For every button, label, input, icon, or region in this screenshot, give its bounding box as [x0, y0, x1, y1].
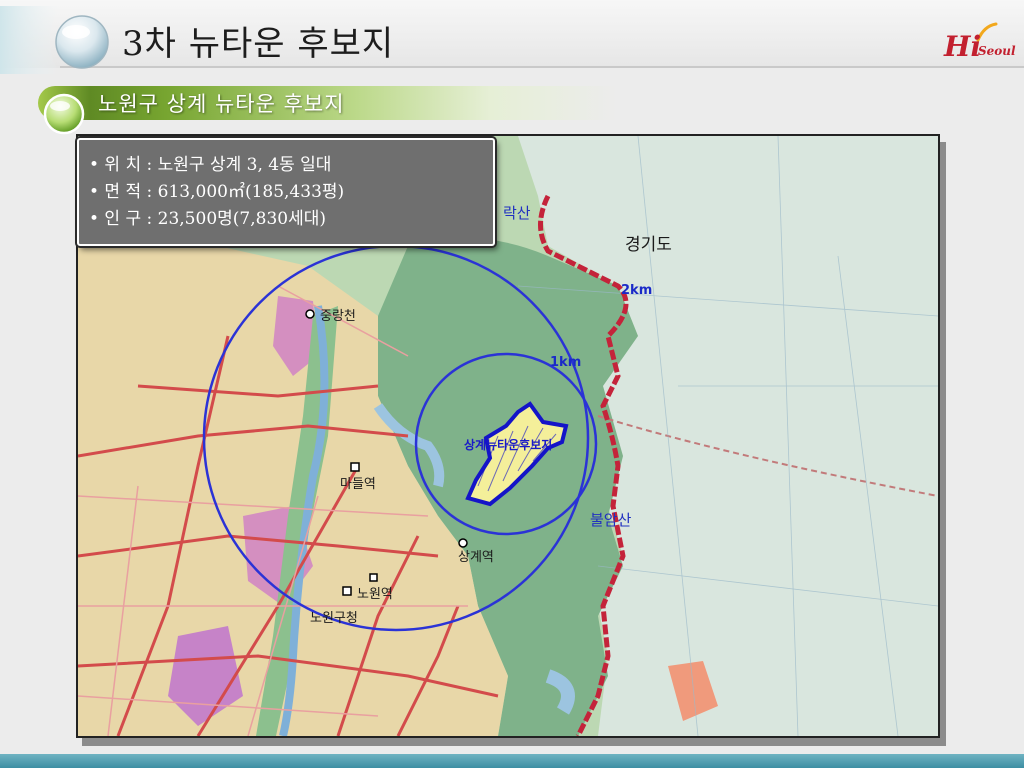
label-ring-1km: 1km — [550, 355, 581, 370]
label-buramsan: 불암산 — [590, 511, 632, 529]
nowon-office-marker — [342, 586, 352, 596]
nowon-station-marker — [369, 573, 378, 582]
info-box: • 위 치 : 노원구 상계 3, 4동 일대 • 면 적 : 613,000㎡… — [77, 138, 495, 246]
info-population: • 인 구 : 23,500명(7,830세대) — [89, 209, 326, 229]
sanggye-station-marker — [458, 538, 468, 548]
header-divider — [60, 66, 1024, 68]
section-subtitle: 노원구 상계 뉴타운 후보지 — [98, 92, 345, 116]
label-sanggye-station: 상계역 — [458, 550, 494, 565]
footer-bar — [0, 754, 1024, 768]
label-junghwacheon: 중랑천 — [320, 309, 356, 324]
title-orb-decoration — [0, 6, 109, 74]
info-area: • 면 적 : 613,000㎡(185,433평) — [89, 182, 345, 202]
label-madeul-station: 마들역 — [340, 477, 376, 492]
page-title: 3차 뉴타운 후보지 — [122, 24, 395, 64]
junghwacheon-marker — [305, 309, 315, 319]
label-nowon-office: 노원구청 — [310, 611, 358, 626]
hi-seoul-logo: Hi Seoul — [944, 22, 1016, 66]
label-suraksan: 락산 — [503, 204, 531, 222]
subtitle-orb-decoration — [43, 93, 85, 135]
madeul-station-marker — [350, 462, 360, 472]
logo-hi-text: Hi — [944, 30, 982, 63]
label-nowon-station: 노원역 — [357, 587, 393, 602]
logo-seoul-text: Seoul — [978, 44, 1016, 58]
label-gyeonggi: 경기도 — [625, 235, 672, 255]
label-candidate-site: 상계뉴타운후보지 — [464, 437, 552, 452]
info-location: • 위 치 : 노원구 상계 3, 4동 일대 — [89, 155, 332, 175]
label-ring-2km: 2km — [621, 283, 652, 298]
